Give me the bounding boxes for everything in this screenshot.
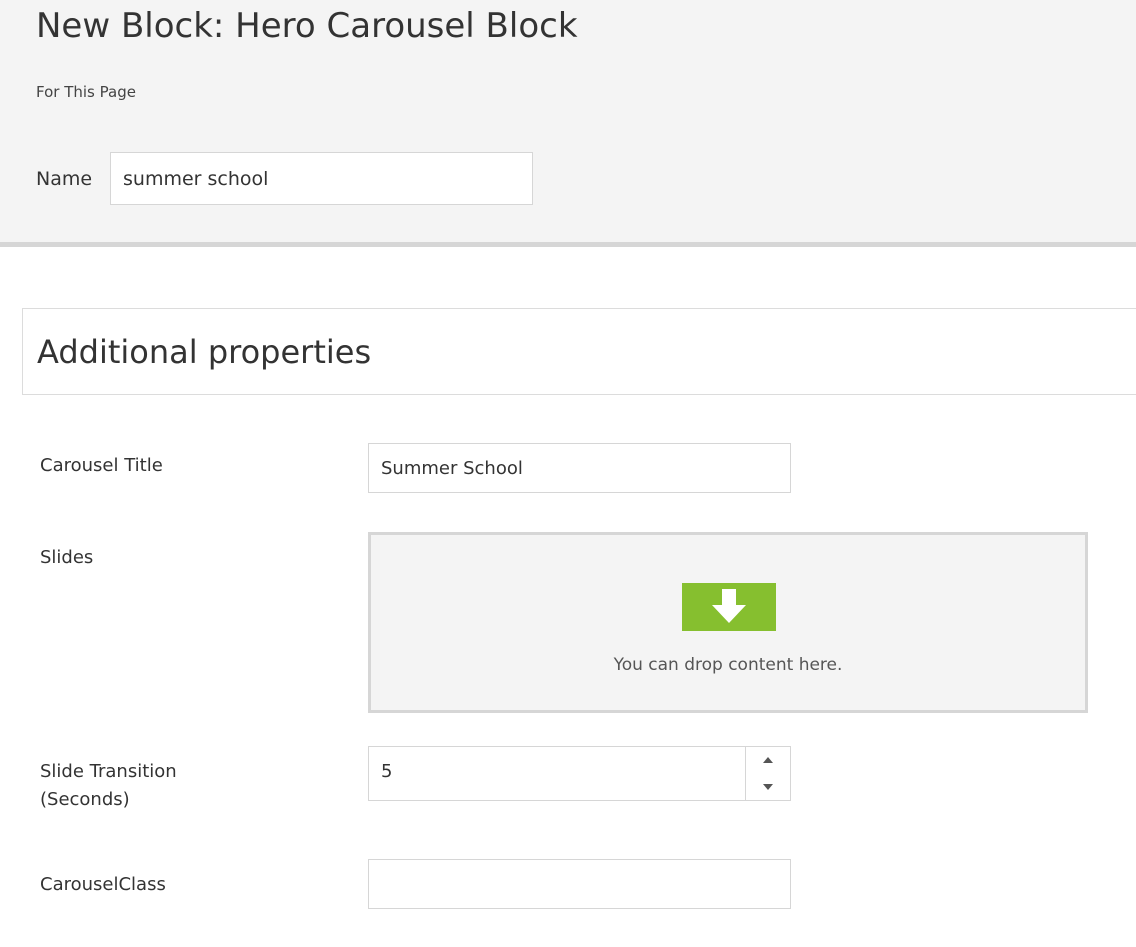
slide-transition-value[interactable]: 5 <box>381 761 392 782</box>
carousel-title-input[interactable] <box>368 443 791 493</box>
name-input[interactable] <box>110 152 533 205</box>
carousel-class-input[interactable] <box>368 859 791 909</box>
scope-label: For This Page <box>36 83 136 101</box>
slide-transition-label-line2: (Seconds) <box>40 789 130 810</box>
carousel-class-label: CarouselClass <box>40 874 166 895</box>
spin-down-button[interactable] <box>746 774 790 800</box>
slide-transition-label: Slide Transition (Seconds) <box>40 758 177 814</box>
carousel-title-label: Carousel Title <box>40 455 163 476</box>
block-header-panel: New Block: Hero Carousel Block For This … <box>0 0 1136 247</box>
section-title: Additional properties <box>37 333 372 371</box>
slide-transition-label-line1: Slide Transition <box>40 761 177 782</box>
spin-up-button[interactable] <box>746 747 790 773</box>
page-title: New Block: Hero Carousel Block <box>36 6 578 46</box>
drop-hint-text: You can drop content here. <box>613 655 843 675</box>
slide-transition-input[interactable]: 5 <box>368 746 791 801</box>
number-spinner <box>745 747 790 800</box>
download-arrow-icon <box>682 583 776 631</box>
slides-dropzone[interactable]: You can drop content here. <box>368 532 1088 713</box>
caret-up-icon <box>763 757 773 763</box>
caret-down-icon <box>763 784 773 790</box>
name-label: Name <box>36 168 93 190</box>
additional-properties-header: Additional properties <box>22 308 1136 395</box>
slides-label: Slides <box>40 547 94 568</box>
